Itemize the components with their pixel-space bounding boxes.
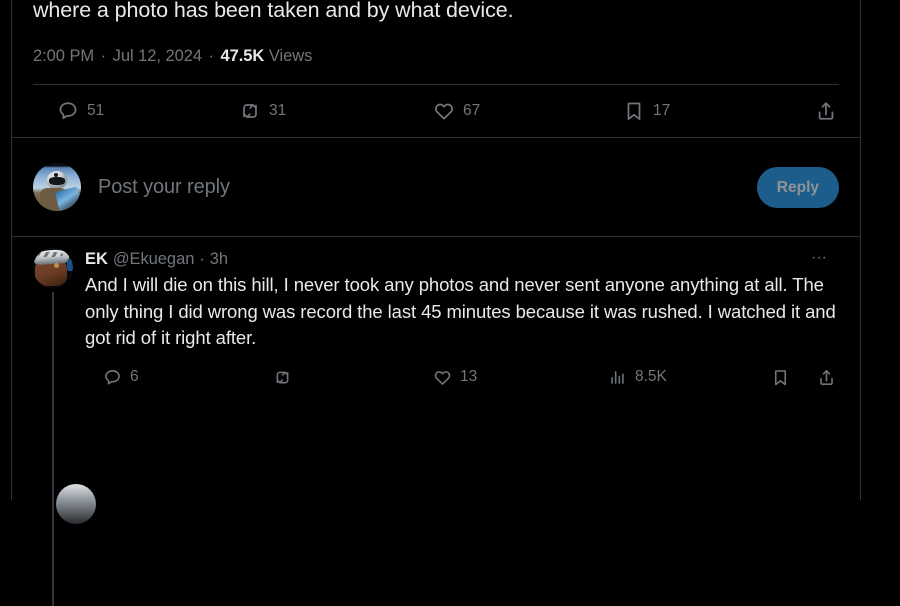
views-action[interactable]: 8.5K bbox=[608, 368, 667, 387]
views-icon bbox=[608, 368, 627, 387]
reply-submit-button[interactable]: Reply bbox=[756, 166, 839, 208]
avatar-image bbox=[33, 163, 81, 211]
reply-action[interactable]: 51 bbox=[57, 100, 104, 122]
repost-icon bbox=[273, 368, 292, 387]
post-metadata: 2:00 PM · Jul 12, 2024 · 47.5K Views bbox=[33, 47, 839, 66]
reply-input-placeholder[interactable]: Post your reply bbox=[98, 176, 757, 199]
post-text: where a photo has been taken and by what… bbox=[33, 0, 514, 22]
reply-icon bbox=[103, 368, 122, 387]
thread-connector-line bbox=[52, 292, 54, 606]
like-action[interactable]: 67 bbox=[433, 100, 480, 122]
next-reply-avatar[interactable] bbox=[56, 484, 96, 524]
repost-icon bbox=[239, 100, 261, 122]
repost-action[interactable] bbox=[273, 368, 300, 387]
bookmark-count: 17 bbox=[653, 102, 671, 119]
bookmark-action[interactable] bbox=[771, 368, 798, 387]
post-time: 2:00 PM bbox=[33, 47, 95, 65]
share-action[interactable] bbox=[815, 100, 845, 122]
bookmark-action[interactable]: 17 bbox=[623, 100, 670, 122]
repost-action[interactable]: 31 bbox=[239, 100, 286, 122]
views-count: 47.5K bbox=[220, 47, 265, 65]
meta-separator-2: · bbox=[208, 47, 215, 65]
reply-composer[interactable]: Post your reply Reply bbox=[12, 138, 860, 236]
reply-handle[interactable]: @Ekuegan bbox=[113, 249, 195, 269]
reply-icon bbox=[57, 100, 79, 122]
reply-post[interactable]: EK @Ekuegan · 3h And I will die on this … bbox=[12, 237, 860, 606]
post-date: Jul 12, 2024 bbox=[112, 47, 202, 65]
repost-count: 31 bbox=[269, 102, 287, 119]
reply-avatar-column bbox=[33, 248, 73, 606]
reply-header: EK @Ekuegan · 3h bbox=[85, 248, 839, 270]
bookmark-icon bbox=[771, 368, 790, 387]
focused-post-action-bar: 51 31 67 17 bbox=[33, 85, 839, 137]
views-count: 8.5K bbox=[635, 368, 667, 385]
avatar-image bbox=[33, 248, 73, 288]
reply-header-separator: · bbox=[199, 250, 205, 268]
reply-body-text: And I will die on this hill, I never too… bbox=[85, 274, 836, 348]
like-icon bbox=[433, 100, 455, 122]
views-label: Views bbox=[268, 47, 313, 65]
reply-content: EK @Ekuegan · 3h And I will die on this … bbox=[85, 248, 839, 406]
share-icon bbox=[815, 100, 837, 122]
like-action[interactable]: 13 bbox=[433, 368, 477, 387]
bookmark-icon bbox=[623, 100, 645, 122]
more-options-icon[interactable]: ··· bbox=[804, 247, 834, 269]
x-post-detail-screen: where a photo has been taken and by what… bbox=[0, 0, 900, 606]
like-count: 13 bbox=[460, 368, 478, 385]
reply-count: 6 bbox=[130, 368, 139, 385]
like-icon bbox=[433, 368, 452, 387]
focused-post[interactable]: where a photo has been taken and by what… bbox=[12, 0, 860, 137]
timeline-column: where a photo has been taken and by what… bbox=[11, 0, 861, 606]
share-action[interactable] bbox=[817, 368, 844, 387]
composer-avatar[interactable] bbox=[33, 163, 81, 211]
reply-timestamp[interactable]: 3h bbox=[210, 249, 228, 269]
share-icon bbox=[817, 368, 836, 387]
reply-action-bar: 6 13 8.5K bbox=[83, 360, 839, 406]
like-count: 67 bbox=[463, 102, 481, 119]
reply-action[interactable]: 6 bbox=[103, 368, 139, 387]
avatar-image bbox=[56, 484, 96, 524]
reply-count: 51 bbox=[87, 102, 105, 119]
reply-display-name[interactable]: EK bbox=[85, 249, 108, 269]
meta-separator-1: · bbox=[100, 47, 107, 65]
reply-avatar[interactable] bbox=[33, 248, 73, 288]
